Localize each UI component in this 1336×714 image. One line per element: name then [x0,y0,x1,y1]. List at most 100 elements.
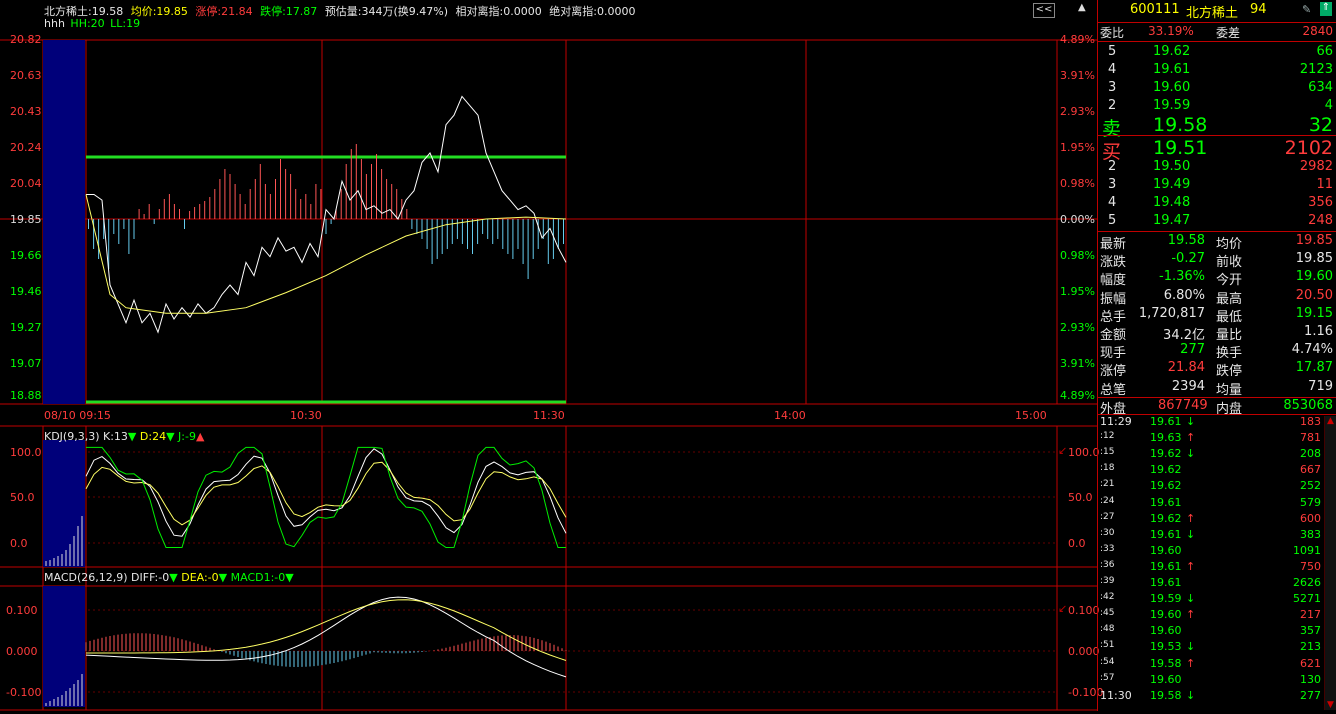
scroll-up-arrow-icon[interactable]: ▲ [1327,416,1334,426]
buy-volume: 2982 [1299,159,1333,174]
intraday-chart[interactable]: ↙ ↙ 北方稀土:19.58 均价:19.85 涨停:21.84 跌停:17.8… [0,0,1103,711]
tick-row[interactable]: :15 19.62 ↓ 208 [1098,447,1336,463]
buy-row[interactable]: 买 19.51 2102 [1098,137,1336,163]
buy-level: 2 [1108,159,1117,174]
tick-row[interactable]: :24 19.61 579 [1098,496,1336,512]
tick-price: 19.58 [1150,688,1182,702]
pct-axis-label: 2.93% [1060,321,1095,334]
tick-row[interactable]: :45 19.60 ↑ 217 [1098,608,1336,624]
time-axis-label: 10:30 [290,409,322,422]
premarket-block-kdj [43,440,85,567]
tick-scrollbar[interactable]: ▲ ▼ [1324,416,1336,710]
stats-row: 现手 277 换手 4.74% [1098,342,1336,362]
sell-level: 3 [1108,80,1117,95]
stat-label: 幅度 [1100,273,1127,289]
divider [1098,135,1336,136]
tick-volume: 781 [1300,431,1321,445]
stat-label: 涨跌 [1100,255,1127,271]
stat-value: 2394 [1171,378,1205,394]
tick-row[interactable]: :36 19.61 ↑ 750 [1098,560,1336,576]
stat-label: 最低 [1216,309,1243,325]
stat-value: 277 [1180,342,1205,358]
buy-volume: 11 [1316,177,1333,192]
stat-value: -1.36% [1159,269,1205,285]
tick-arrow: ↓ [1186,640,1196,654]
tick-row[interactable]: :21 19.62 252 [1098,479,1336,495]
tick-price: 19.62 [1150,463,1182,477]
buy-price: 19.50 [1153,159,1191,174]
tick-time: :42 [1100,592,1115,603]
price-axis-label: 20.82 [10,33,42,46]
tick-time: :33 [1100,543,1115,554]
tick-row[interactable]: :54 19.58 ↑ 621 [1098,657,1336,673]
tick-price: 19.58 [1150,656,1182,670]
stat-label: 均价 [1216,237,1243,252]
tick-row[interactable]: :39 19.61 2626 [1098,576,1336,592]
header-abs-index: 绝对离指:0.0000 [549,5,636,18]
buy-row[interactable]: 5 19.47 248 [1098,213,1336,231]
chart-canvas[interactable]: ↙ ↙ [0,0,1097,711]
tick-price: 19.59 [1150,592,1182,606]
stock-num: 94 [1250,2,1267,17]
expand-icon[interactable]: ⇑ [1320,2,1332,16]
kdj-j-up-icon: ▲ [195,430,205,443]
stats-row: 涨跌 -0.27 前收 19.85 [1098,251,1336,271]
tick-volume: 130 [1300,672,1321,686]
tick-row[interactable]: :12 19.63 ↑ 781 [1098,431,1336,447]
tick-row[interactable]: :51 19.53 ↓ 213 [1098,640,1336,656]
sell-row[interactable]: 3 19.60 634 [1098,80,1336,98]
tick-row[interactable]: 11:29 19.61 ↓ 183 [1098,415,1336,431]
kdj-axis-left: 0.0 [10,537,28,550]
stat-value: 19.15 [1295,305,1333,321]
tick-row[interactable]: :18 19.62 667 [1098,463,1336,479]
macd-diff-down-icon: ▼ [169,571,178,584]
price-axis-label: 20.04 [10,177,42,190]
tick-arrow: ↑ [1186,559,1196,573]
tick-row[interactable]: 11:30 19.58 ↓ 277 [1098,689,1336,705]
stat-value: 34.2亿 [1163,328,1205,343]
buy-level: 5 [1108,213,1117,228]
kdj-d-line [85,461,567,526]
macd-axis-left: 0.100 [6,604,38,617]
sell-row[interactable]: 4 19.61 2123 [1098,62,1336,80]
price-axis-label: 20.43 [10,105,42,118]
tick-row[interactable]: :30 19.61 ↓ 383 [1098,528,1336,544]
tick-time: :51 [1100,640,1115,651]
buy-row[interactable]: 4 19.48 356 [1098,195,1336,213]
pct-axis-label: 0.98% [1060,249,1095,262]
edit-icon[interactable]: ✎ [1302,3,1311,16]
tick-row[interactable]: :57 19.60 130 [1098,673,1336,689]
stat-value: 21.84 [1167,360,1205,376]
tick-row[interactable]: :33 19.60 1091 [1098,544,1336,560]
tick-arrow: ↑ [1186,656,1196,670]
stat-label: 现手 [1100,346,1127,362]
scroll-down-arrow-icon[interactable]: ▼ [1327,700,1334,710]
sell-level: 4 [1108,62,1117,77]
quote-panel: 600111 北方稀土 94 ✎ ⇑ 委比 33.19% 委差 2840 5 19… [1097,0,1336,711]
buy-level: 4 [1108,195,1117,210]
sell-row[interactable]: 5 19.62 66 [1098,44,1336,62]
buy-row[interactable]: 2 19.50 2982 [1098,159,1336,177]
sell-price: 19.60 [1153,80,1191,95]
stock-title-row: 600111 北方稀土 94 ✎ ⇑ [1098,2,1336,21]
tick-price: 19.62 [1150,511,1182,525]
collapse-button[interactable]: << [1033,3,1055,18]
pct-axis-label: 3.91% [1060,357,1095,370]
tick-time: :45 [1100,608,1115,619]
macd-macd1-down-icon: ▼ [285,571,294,584]
tick-row[interactable]: :27 19.62 ↑ 600 [1098,512,1336,528]
header-limit-up: 涨停:21.84 [195,5,253,18]
inner-value: 853068 [1283,398,1333,413]
stats-row: 金额 34.2亿 量比 1.16 [1098,324,1336,343]
tick-row[interactable]: :42 19.59 ↓ 5271 [1098,592,1336,608]
buy-price: 19.47 [1153,213,1191,228]
price-axis-label: 19.07 [10,357,42,370]
sell-volume: 32 [1308,114,1333,136]
tick-row[interactable]: :48 19.60 357 [1098,624,1336,640]
price-axis-label: 19.66 [10,249,42,262]
scroll-up-icon[interactable]: ▲ [1078,2,1086,13]
buy-row[interactable]: 3 19.49 11 [1098,177,1336,195]
sell-row[interactable]: 卖 19.58 32 [1098,114,1336,140]
stats-row: 总笔 2394 均量 719 [1098,378,1336,398]
sell-price: 19.61 [1153,62,1191,77]
